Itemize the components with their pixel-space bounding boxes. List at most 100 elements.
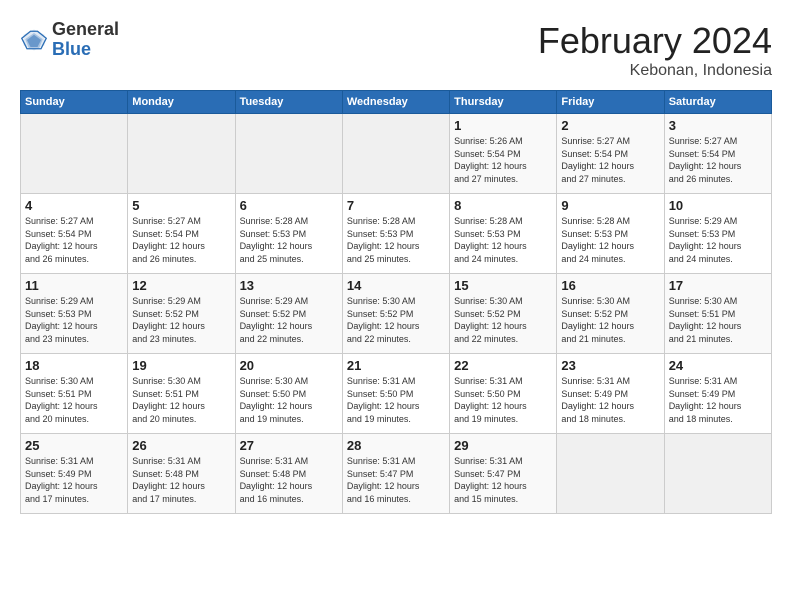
cell-info: Sunrise: 5:30 AM Sunset: 5:51 PM Dayligh… bbox=[132, 375, 230, 425]
cell-info: Sunrise: 5:28 AM Sunset: 5:53 PM Dayligh… bbox=[347, 215, 445, 265]
cell-info: Sunrise: 5:29 AM Sunset: 5:52 PM Dayligh… bbox=[240, 295, 338, 345]
calendar-cell: 29 Sunrise: 5:31 AM Sunset: 5:47 PM Dayli… bbox=[450, 434, 557, 514]
cell-info: Sunrise: 5:30 AM Sunset: 5:52 PM Dayligh… bbox=[347, 295, 445, 345]
day-number: 10 bbox=[669, 198, 767, 213]
logo-blue-text: Blue bbox=[52, 40, 119, 60]
cell-info: Sunrise: 5:27 AM Sunset: 5:54 PM Dayligh… bbox=[25, 215, 123, 265]
header-saturday: Saturday bbox=[664, 91, 771, 114]
calendar-cell: 21 Sunrise: 5:31 AM Sunset: 5:50 PM Dayli… bbox=[342, 354, 449, 434]
day-number: 14 bbox=[347, 278, 445, 293]
day-number: 6 bbox=[240, 198, 338, 213]
calendar-cell: 17 Sunrise: 5:30 AM Sunset: 5:51 PM Dayli… bbox=[664, 274, 771, 354]
calendar-week-2: 4 Sunrise: 5:27 AM Sunset: 5:54 PM Daylig… bbox=[21, 194, 772, 274]
cell-info: Sunrise: 5:31 AM Sunset: 5:50 PM Dayligh… bbox=[347, 375, 445, 425]
cell-info: Sunrise: 5:31 AM Sunset: 5:49 PM Dayligh… bbox=[561, 375, 659, 425]
day-number: 12 bbox=[132, 278, 230, 293]
calendar-week-1: 1 Sunrise: 5:26 AM Sunset: 5:54 PM Daylig… bbox=[21, 114, 772, 194]
day-number: 21 bbox=[347, 358, 445, 373]
day-number: 1 bbox=[454, 118, 552, 133]
day-number: 25 bbox=[25, 438, 123, 453]
calendar-cell: 9 Sunrise: 5:28 AM Sunset: 5:53 PM Daylig… bbox=[557, 194, 664, 274]
day-number: 22 bbox=[454, 358, 552, 373]
header-tuesday: Tuesday bbox=[235, 91, 342, 114]
cell-info: Sunrise: 5:28 AM Sunset: 5:53 PM Dayligh… bbox=[561, 215, 659, 265]
header-sunday: Sunday bbox=[21, 91, 128, 114]
header-friday: Friday bbox=[557, 91, 664, 114]
day-number: 26 bbox=[132, 438, 230, 453]
day-number: 17 bbox=[669, 278, 767, 293]
cell-info: Sunrise: 5:29 AM Sunset: 5:52 PM Dayligh… bbox=[132, 295, 230, 345]
day-number: 18 bbox=[25, 358, 123, 373]
calendar-cell: 3Sunrise: 5:27 AM Sunset: 5:54 PM Daylig… bbox=[664, 114, 771, 194]
calendar-cell: 5Sunrise: 5:27 AM Sunset: 5:54 PM Daylig… bbox=[128, 194, 235, 274]
cell-info: Sunrise: 5:27 AM Sunset: 5:54 PM Dayligh… bbox=[561, 135, 659, 185]
calendar-cell: 12 Sunrise: 5:29 AM Sunset: 5:52 PM Dayli… bbox=[128, 274, 235, 354]
page-header: General Blue February 2024 Kebonan, Indo… bbox=[20, 20, 772, 80]
cell-info: Sunrise: 5:27 AM Sunset: 5:54 PM Dayligh… bbox=[132, 215, 230, 265]
calendar-cell: 8Sunrise: 5:28 AM Sunset: 5:53 PM Daylig… bbox=[450, 194, 557, 274]
calendar-table: SundayMondayTuesdayWednesdayThursdayFrid… bbox=[20, 90, 772, 514]
day-number: 16 bbox=[561, 278, 659, 293]
logo-text: General Blue bbox=[52, 20, 119, 60]
calendar-cell: 26 Sunrise: 5:31 AM Sunset: 5:48 PM Dayli… bbox=[128, 434, 235, 514]
cell-info: Sunrise: 5:30 AM Sunset: 5:52 PM Dayligh… bbox=[454, 295, 552, 345]
day-number: 11 bbox=[25, 278, 123, 293]
day-number: 28 bbox=[347, 438, 445, 453]
calendar-week-3: 11 Sunrise: 5:29 AM Sunset: 5:53 PM Dayli… bbox=[21, 274, 772, 354]
day-number: 20 bbox=[240, 358, 338, 373]
calendar-cell: 20 Sunrise: 5:30 AM Sunset: 5:50 PM Dayli… bbox=[235, 354, 342, 434]
calendar-cell: 2 Sunrise: 5:27 AM Sunset: 5:54 PM Daylig… bbox=[557, 114, 664, 194]
location-subtitle: Kebonan, Indonesia bbox=[538, 62, 772, 80]
logo-general-text: General bbox=[52, 20, 119, 40]
calendar-cell: 11 Sunrise: 5:29 AM Sunset: 5:53 PM Dayli… bbox=[21, 274, 128, 354]
calendar-cell: 16Sunrise: 5:30 AM Sunset: 5:52 PM Dayli… bbox=[557, 274, 664, 354]
header-wednesday: Wednesday bbox=[342, 91, 449, 114]
calendar-cell: 1 Sunrise: 5:26 AM Sunset: 5:54 PM Daylig… bbox=[450, 114, 557, 194]
calendar-cell: 15 Sunrise: 5:30 AM Sunset: 5:52 PM Dayli… bbox=[450, 274, 557, 354]
day-number: 8 bbox=[454, 198, 552, 213]
cell-info: Sunrise: 5:30 AM Sunset: 5:50 PM Dayligh… bbox=[240, 375, 338, 425]
calendar-cell: 14 Sunrise: 5:30 AM Sunset: 5:52 PM Dayli… bbox=[342, 274, 449, 354]
cell-info: Sunrise: 5:31 AM Sunset: 5:48 PM Dayligh… bbox=[132, 455, 230, 505]
calendar-cell: 28Sunrise: 5:31 AM Sunset: 5:47 PM Dayli… bbox=[342, 434, 449, 514]
calendar-cell bbox=[128, 114, 235, 194]
cell-info: Sunrise: 5:29 AM Sunset: 5:53 PM Dayligh… bbox=[669, 215, 767, 265]
calendar-cell: 25 Sunrise: 5:31 AM Sunset: 5:49 PM Dayli… bbox=[21, 434, 128, 514]
calendar-week-4: 18 Sunrise: 5:30 AM Sunset: 5:51 PM Dayli… bbox=[21, 354, 772, 434]
day-number: 9 bbox=[561, 198, 659, 213]
calendar-cell: 19 Sunrise: 5:30 AM Sunset: 5:51 PM Dayli… bbox=[128, 354, 235, 434]
cell-info: Sunrise: 5:30 AM Sunset: 5:51 PM Dayligh… bbox=[25, 375, 123, 425]
calendar-cell bbox=[664, 434, 771, 514]
calendar-cell: 27Sunrise: 5:31 AM Sunset: 5:48 PM Dayli… bbox=[235, 434, 342, 514]
day-number: 19 bbox=[132, 358, 230, 373]
calendar-header-row: SundayMondayTuesdayWednesdayThursdayFrid… bbox=[21, 91, 772, 114]
month-title: February 2024 bbox=[538, 20, 772, 62]
day-number: 29 bbox=[454, 438, 552, 453]
calendar-cell: 18 Sunrise: 5:30 AM Sunset: 5:51 PM Dayli… bbox=[21, 354, 128, 434]
day-number: 27 bbox=[240, 438, 338, 453]
day-number: 3 bbox=[669, 118, 767, 133]
day-number: 13 bbox=[240, 278, 338, 293]
header-monday: Monday bbox=[128, 91, 235, 114]
day-number: 24 bbox=[669, 358, 767, 373]
day-number: 2 bbox=[561, 118, 659, 133]
calendar-cell bbox=[557, 434, 664, 514]
cell-info: Sunrise: 5:29 AM Sunset: 5:53 PM Dayligh… bbox=[25, 295, 123, 345]
calendar-cell: 22Sunrise: 5:31 AM Sunset: 5:50 PM Dayli… bbox=[450, 354, 557, 434]
calendar-cell: 6 Sunrise: 5:28 AM Sunset: 5:53 PM Daylig… bbox=[235, 194, 342, 274]
cell-info: Sunrise: 5:28 AM Sunset: 5:53 PM Dayligh… bbox=[240, 215, 338, 265]
cell-info: Sunrise: 5:26 AM Sunset: 5:54 PM Dayligh… bbox=[454, 135, 552, 185]
cell-info: Sunrise: 5:31 AM Sunset: 5:47 PM Dayligh… bbox=[454, 455, 552, 505]
calendar-cell: 23Sunrise: 5:31 AM Sunset: 5:49 PM Dayli… bbox=[557, 354, 664, 434]
calendar-week-5: 25 Sunrise: 5:31 AM Sunset: 5:49 PM Dayli… bbox=[21, 434, 772, 514]
title-block: February 2024 Kebonan, Indonesia bbox=[538, 20, 772, 80]
cell-info: Sunrise: 5:30 AM Sunset: 5:51 PM Dayligh… bbox=[669, 295, 767, 345]
day-number: 7 bbox=[347, 198, 445, 213]
cell-info: Sunrise: 5:31 AM Sunset: 5:49 PM Dayligh… bbox=[25, 455, 123, 505]
calendar-cell: 7 Sunrise: 5:28 AM Sunset: 5:53 PM Daylig… bbox=[342, 194, 449, 274]
logo-icon bbox=[20, 26, 48, 54]
logo: General Blue bbox=[20, 20, 119, 60]
calendar-cell: 4 Sunrise: 5:27 AM Sunset: 5:54 PM Daylig… bbox=[21, 194, 128, 274]
day-number: 4 bbox=[25, 198, 123, 213]
day-number: 15 bbox=[454, 278, 552, 293]
